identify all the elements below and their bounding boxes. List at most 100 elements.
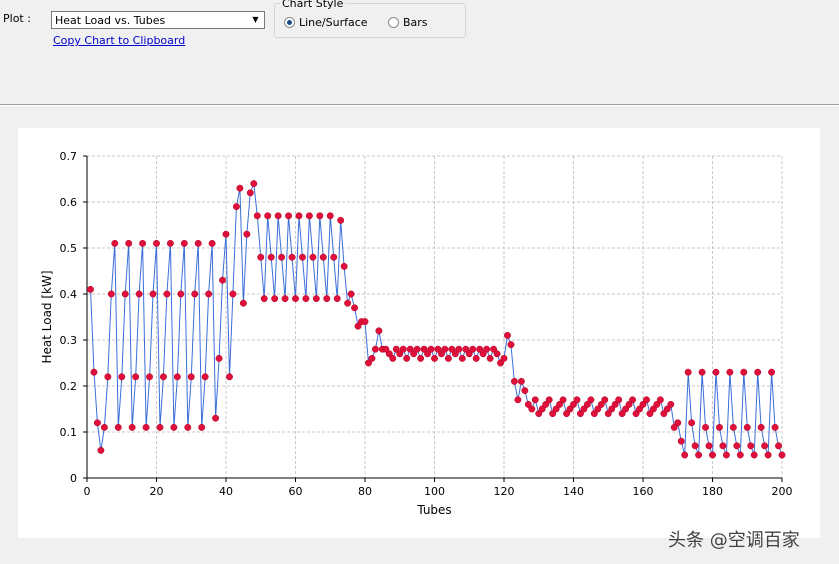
data-point (483, 345, 491, 353)
data-point (504, 331, 511, 339)
data-point (507, 341, 515, 349)
data-point (201, 373, 209, 381)
chevron-down-icon[interactable]: ▼ (247, 12, 264, 28)
radio-line-surface[interactable]: Line/Surface (284, 16, 368, 29)
y-tick-label: 0.6 (60, 196, 78, 209)
data-point (219, 276, 226, 284)
data-point (517, 377, 525, 385)
data-point (222, 230, 230, 238)
data-point (187, 373, 195, 381)
data-point (510, 377, 518, 385)
data-point (132, 373, 140, 381)
data-point (705, 442, 713, 450)
watermark: 头条 @空调百家 (668, 530, 800, 551)
radio-selected-icon[interactable] (284, 17, 295, 28)
plot-select-value: Heat Load vs. Tubes (55, 14, 166, 27)
data-point (93, 419, 101, 427)
data-point (514, 396, 522, 404)
data-point (309, 253, 317, 261)
data-point (295, 212, 303, 220)
chart-style-title: Chart Style (280, 0, 346, 10)
data-point (191, 290, 199, 298)
data-point (337, 216, 345, 224)
data-point (149, 290, 157, 298)
data-point (326, 212, 334, 220)
y-tick-label: 0.1 (60, 426, 78, 439)
data-point (205, 290, 213, 298)
data-point (375, 327, 383, 335)
data-point (413, 345, 421, 353)
data-point (128, 423, 136, 431)
data-point (709, 451, 716, 459)
data-point (107, 290, 115, 298)
data-point (118, 373, 126, 381)
data-point (239, 299, 247, 307)
data-point (417, 354, 425, 362)
data-point (601, 396, 609, 404)
plot-label: Plot : (3, 12, 31, 25)
data-point (271, 295, 279, 303)
y-tick-label: 0.3 (60, 334, 78, 347)
x-tick-label: 180 (702, 485, 723, 498)
data-point (166, 239, 174, 247)
x-tick-label: 120 (494, 485, 515, 498)
data-point (472, 354, 480, 362)
data-point (469, 345, 477, 353)
data-point (722, 451, 730, 459)
y-tick-label: 0.5 (60, 242, 78, 255)
data-point (184, 423, 192, 431)
data-point (253, 212, 261, 220)
data-point (344, 299, 352, 307)
data-point (729, 423, 737, 431)
data-point (771, 423, 779, 431)
y-tick-label: 0.2 (60, 380, 78, 393)
data-point (177, 290, 185, 298)
data-point (125, 239, 133, 247)
data-point (528, 405, 536, 413)
data-point (156, 423, 164, 431)
data-point (198, 423, 206, 431)
y-axis-label: Heat Load [kW] (40, 270, 54, 363)
data-point (142, 423, 150, 431)
data-point (292, 295, 299, 303)
data-point (399, 345, 407, 353)
data-point (691, 442, 699, 450)
data-point (747, 442, 755, 450)
data-point (427, 345, 435, 353)
data-point (243, 230, 251, 238)
x-tick-label: 160 (633, 485, 654, 498)
data-point (215, 354, 223, 362)
x-tick-label: 200 (772, 485, 793, 498)
data-point (702, 423, 709, 431)
data-point (726, 368, 734, 376)
data-point (333, 295, 341, 303)
data-point (281, 295, 289, 303)
radio-line-surface-label: Line/Surface (299, 16, 368, 29)
data-point (226, 373, 233, 381)
data-point (368, 354, 376, 362)
radio-bars[interactable]: Bars (388, 16, 428, 29)
data-point (716, 423, 723, 431)
data-point (274, 212, 282, 220)
data-point (531, 396, 539, 404)
data-point (688, 419, 696, 427)
data-point (312, 295, 320, 303)
data-point (733, 442, 741, 450)
data-point (163, 290, 171, 298)
data-point (695, 451, 703, 459)
data-point (667, 400, 675, 408)
radio-unselected-icon[interactable] (388, 17, 399, 28)
data-point (229, 290, 237, 298)
data-point (754, 368, 762, 376)
data-point (264, 212, 272, 220)
data-point (441, 345, 449, 353)
data-point (458, 354, 466, 362)
data-point (340, 262, 348, 270)
plot-select[interactable]: Heat Load vs. Tubes ▼ (51, 11, 265, 29)
copy-chart-link[interactable]: Copy Chart to Clipboard (53, 34, 185, 47)
data-point (615, 396, 623, 404)
data-point (232, 203, 240, 211)
data-point (121, 290, 129, 298)
data-point (712, 368, 720, 376)
data-point (681, 451, 689, 459)
